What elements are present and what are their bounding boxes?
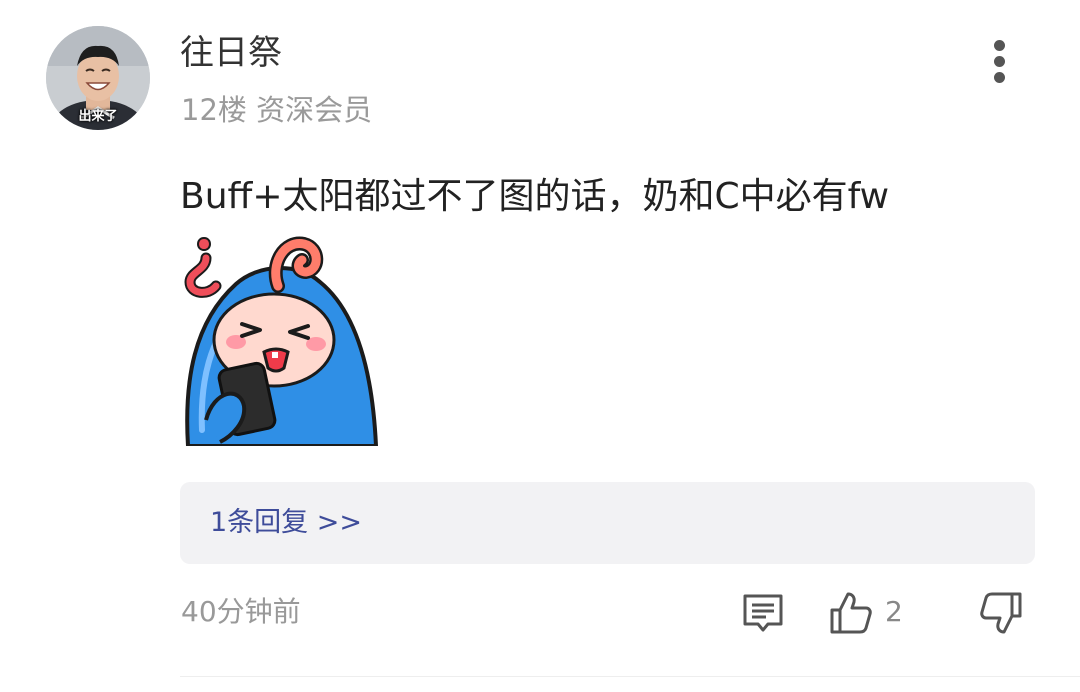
- thumbs-down-icon: [980, 592, 1022, 634]
- dislike-button[interactable]: [978, 590, 1024, 640]
- comment-divider: [180, 676, 1080, 677]
- avatar-caption: 出来了: [78, 109, 118, 124]
- view-replies-link[interactable]: 1条回复 >>: [210, 503, 362, 543]
- comment-text: Buff+太阳都过不了图的话，奶和C中必有fw: [180, 176, 890, 217]
- thumbs-up-icon: [830, 592, 872, 634]
- more-options-button[interactable]: [980, 34, 1020, 86]
- like-count: 2: [885, 595, 903, 628]
- username[interactable]: 往日祭: [180, 32, 282, 74]
- confused-mascot-sticker-icon: [184, 236, 379, 446]
- like-button[interactable]: [828, 590, 874, 640]
- comment-timestamp: 40分钟前: [181, 595, 301, 628]
- avatar[interactable]: 出来了: [46, 26, 150, 130]
- comment-button[interactable]: [740, 590, 786, 640]
- comment-icon: [743, 594, 783, 632]
- reply-summary-box[interactable]: 1条回复 >>: [180, 482, 1035, 564]
- floor-and-rank: 12楼 资深会员: [181, 93, 373, 127]
